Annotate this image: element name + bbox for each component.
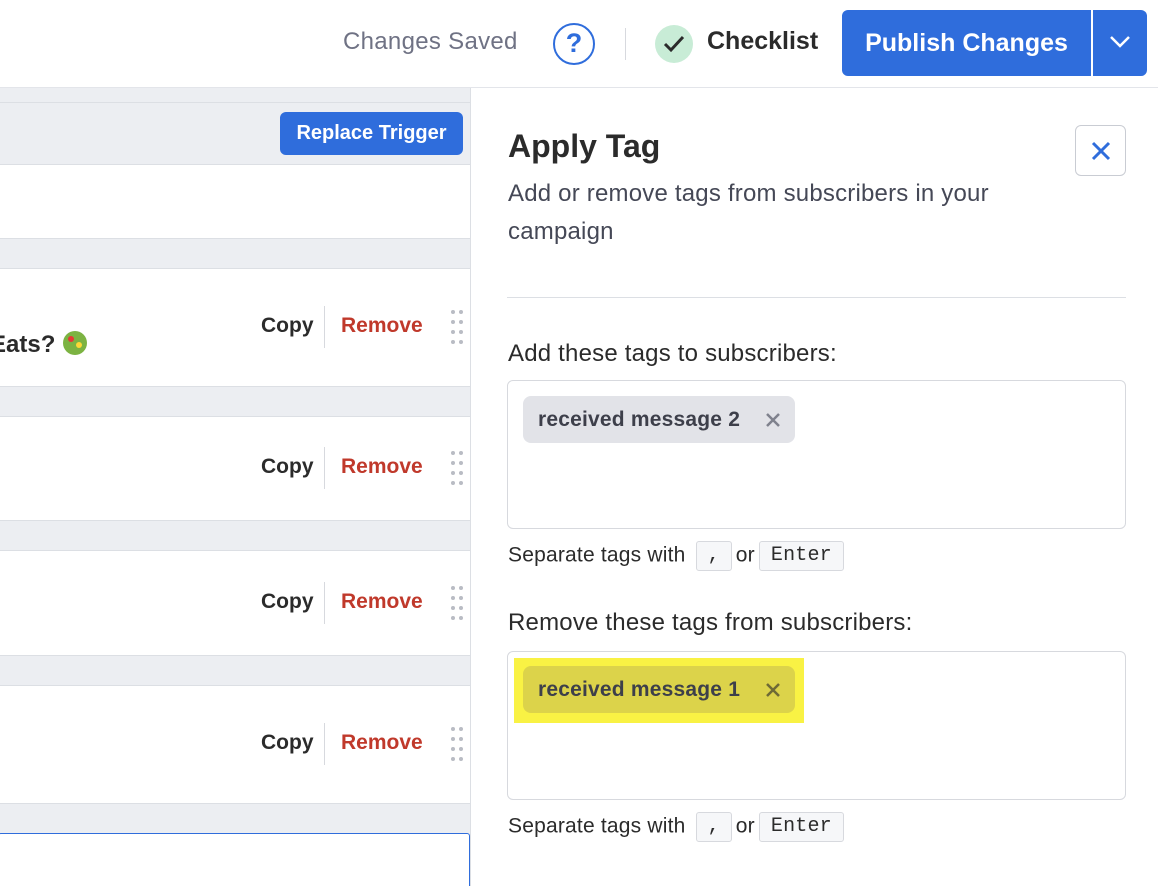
tag-chip-label: received message 1	[538, 678, 741, 701]
hint-text: Separate tags with	[508, 814, 686, 838]
remove-step-button[interactable]: Remove	[341, 590, 423, 614]
remove-step-button[interactable]: Remove	[341, 731, 423, 755]
remove-tags-hint: Separate tags with , or Enter	[508, 812, 848, 842]
publish-options-dropdown[interactable]	[1093, 10, 1147, 76]
chevron-down-icon	[1110, 36, 1130, 48]
remove-step-button[interactable]: Remove	[341, 455, 423, 479]
action-divider	[324, 447, 325, 489]
panel-title: Apply Tag	[508, 128, 661, 164]
checklist-button[interactable]: Checklist	[707, 27, 818, 56]
replace-trigger-button[interactable]: Replace Trigger	[280, 112, 463, 155]
enter-key: Enter	[758, 812, 844, 842]
flow-step[interactable]: Copy Remove	[0, 685, 470, 804]
enter-key: Enter	[758, 541, 844, 571]
step-actions: Copy Remove	[251, 582, 470, 624]
step-title-text: Eats?	[0, 331, 56, 358]
flow-editor: Replace Trigger Copy Remove ​’ Eats? Cop…	[0, 88, 471, 886]
panel-divider	[507, 297, 1126, 298]
salad-emoji-icon	[63, 331, 88, 355]
add-tags-label: Add these tags to subscribers:	[508, 340, 837, 367]
panel-description: Add or remove tags from subscribers in y…	[508, 180, 989, 245]
copy-step-button[interactable]: Copy	[261, 731, 314, 755]
help-icon[interactable]: ?	[553, 23, 595, 65]
tag-chip: received message 2	[523, 396, 795, 443]
next-step-input[interactable]	[0, 833, 470, 886]
flow-step[interactable]: Copy Remove	[0, 550, 470, 656]
comma-key: ,	[695, 541, 732, 571]
toolbar-divider	[625, 28, 626, 60]
drag-handle-icon[interactable]	[451, 727, 465, 761]
trigger-header: Replace Trigger	[0, 102, 470, 164]
publish-changes-button[interactable]: Publish Changes	[842, 10, 1091, 76]
step-title: ​’ Eats?	[0, 331, 88, 359]
action-divider	[324, 306, 325, 348]
copy-step-button[interactable]: Copy	[261, 314, 314, 338]
tag-chip-label: received message 2	[538, 408, 741, 431]
hint-or: or	[735, 543, 755, 567]
step-actions: Copy Remove	[251, 447, 470, 489]
action-divider	[324, 582, 325, 624]
copy-step-button[interactable]: Copy	[261, 455, 314, 479]
remove-tag-icon[interactable]	[765, 412, 781, 428]
drag-handle-icon[interactable]	[451, 451, 465, 485]
trigger-card[interactable]	[0, 164, 470, 239]
hint-text: Separate tags with	[508, 543, 686, 567]
step-actions: Copy Remove	[251, 723, 470, 765]
remove-tags-label: Remove these tags from subscribers:	[508, 609, 913, 636]
flow-step[interactable]: Copy Remove	[0, 416, 470, 521]
tag-chip: received message 1	[523, 666, 795, 713]
hint-or: or	[735, 814, 755, 838]
add-tags-input[interactable]: received message 2	[507, 380, 1126, 529]
flow-step[interactable]: Copy Remove ​’ Eats?	[0, 268, 470, 387]
close-panel-button[interactable]	[1075, 125, 1126, 176]
remove-step-button[interactable]: Remove	[341, 314, 423, 338]
drag-handle-icon[interactable]	[451, 310, 465, 344]
add-tags-hint: Separate tags with , or Enter	[508, 541, 848, 571]
save-status: Changes Saved	[343, 28, 518, 55]
step-actions: Copy Remove	[251, 306, 470, 348]
copy-step-button[interactable]: Copy	[261, 590, 314, 614]
close-icon	[1091, 141, 1111, 161]
drag-handle-icon[interactable]	[451, 586, 465, 620]
top-bar: Changes Saved ? Checklist Publish Change…	[0, 0, 1158, 88]
action-divider	[324, 723, 325, 765]
checklist-check-icon[interactable]	[655, 25, 693, 63]
remove-tag-icon[interactable]	[765, 682, 781, 698]
comma-key: ,	[695, 812, 732, 842]
